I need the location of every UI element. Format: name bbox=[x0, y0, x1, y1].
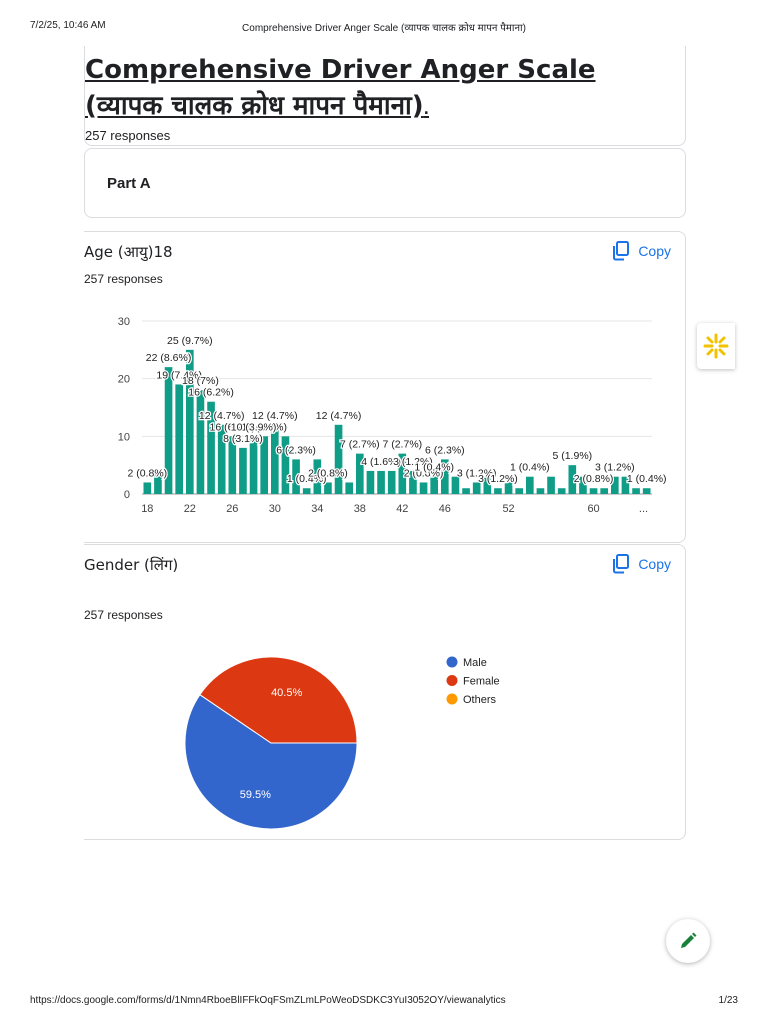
legend-label-others: Others bbox=[463, 694, 497, 706]
print-doc-title: Comprehensive Driver Anger Scale (व्यापक… bbox=[242, 23, 526, 34]
bar bbox=[642, 488, 651, 494]
data-label: 2 (0.8%) bbox=[574, 473, 614, 485]
bar bbox=[302, 488, 311, 494]
x-tick-label: ... bbox=[639, 503, 648, 515]
y-tick-label: 30 bbox=[118, 316, 130, 328]
legend-marker-others bbox=[446, 693, 458, 705]
legend-label-female: Female bbox=[463, 676, 500, 688]
data-label: 1 (0.4%) bbox=[414, 462, 454, 474]
gender-question-card: Gender (लिंग) Copy 257 responses 59.5% 40… bbox=[84, 544, 686, 840]
sparkle-icon bbox=[703, 333, 729, 359]
data-label: 22 (8.6%) bbox=[146, 352, 192, 364]
x-tick-label: 38 bbox=[354, 503, 366, 515]
bar bbox=[366, 470, 375, 494]
bar bbox=[462, 488, 470, 494]
bar bbox=[377, 470, 385, 494]
x-tick-label: 34 bbox=[311, 503, 323, 515]
form-title-hindi: (व्यापक चालक क्रोध मापन पैमाना) bbox=[85, 91, 424, 121]
form-response-count: 257 responses bbox=[85, 128, 171, 143]
data-label: 7 (2.7%) bbox=[340, 439, 380, 451]
legend-marker-male bbox=[446, 656, 458, 668]
data-label: 12 (4.7%) bbox=[199, 410, 245, 422]
bar bbox=[589, 488, 598, 494]
legend-marker-female bbox=[446, 675, 458, 686]
pencil-icon bbox=[681, 932, 697, 948]
x-tick-label: 26 bbox=[226, 503, 238, 515]
edit-fab-button[interactable] bbox=[666, 919, 710, 963]
section-card: Part A bbox=[84, 148, 686, 218]
bar bbox=[175, 384, 184, 494]
bar bbox=[536, 488, 545, 494]
bar bbox=[239, 447, 247, 494]
x-tick-label: 60 bbox=[587, 503, 599, 515]
bar bbox=[632, 488, 640, 494]
bar bbox=[345, 482, 354, 494]
bar bbox=[525, 476, 534, 494]
section-title: Part A bbox=[107, 175, 151, 192]
x-tick-label: 52 bbox=[502, 503, 514, 515]
print-url: https://docs.google.com/forms/d/1Nmn4Rbo… bbox=[30, 995, 506, 1006]
data-label: 18 (7%) bbox=[182, 375, 219, 387]
form-title-dot: . bbox=[423, 102, 429, 118]
data-label: 8 (3.1%) bbox=[223, 433, 263, 445]
x-tick-label: 30 bbox=[269, 503, 281, 515]
data-label: 3 (1.2%) bbox=[595, 462, 635, 474]
data-label: 10 (3.9%) bbox=[231, 421, 277, 433]
data-label: 5 (1.9%) bbox=[552, 450, 592, 462]
data-label: 25 (9.7%) bbox=[167, 335, 213, 347]
print-page-number: 1/23 bbox=[718, 995, 738, 1006]
y-tick-label: 10 bbox=[118, 431, 130, 443]
data-label: 1 (0.4%) bbox=[510, 462, 550, 474]
bar bbox=[387, 470, 396, 494]
side-widget[interactable] bbox=[697, 323, 735, 369]
bar bbox=[547, 476, 555, 494]
x-tick-label: 22 bbox=[184, 503, 196, 515]
age-question-card: Age (आयु)18 Copy 257 responses 0 10 20 30 18… bbox=[84, 231, 686, 543]
data-label: 6 (2.3%) bbox=[425, 444, 465, 456]
data-label: 2 (0.8%) bbox=[308, 467, 348, 479]
bar bbox=[228, 436, 237, 494]
form-title: Comprehensive Driver Anger Scale (व्यापक… bbox=[85, 52, 675, 128]
age-bar-chart: 0 10 20 30 18 22 26 30 34 38 42 46 52 60 ... 2 (0.8%) 22… bbox=[118, 316, 668, 515]
bar bbox=[270, 424, 279, 494]
data-label: 2 (0.8%) bbox=[127, 467, 167, 479]
data-label: 16 (6.2%) bbox=[188, 387, 234, 399]
bar bbox=[260, 436, 269, 494]
pie-slice-label: 59.5% bbox=[240, 789, 271, 801]
data-label: 7 (2.7%) bbox=[382, 439, 422, 451]
bar bbox=[196, 390, 205, 494]
bar bbox=[249, 436, 258, 494]
data-label: 12 (4.7%) bbox=[252, 410, 298, 422]
bar bbox=[494, 488, 502, 494]
data-label: 6 (2.3%) bbox=[276, 444, 316, 456]
data-label: 3 (1.2%) bbox=[478, 473, 518, 485]
form-title-card: Comprehensive Driver Anger Scale (व्यापक… bbox=[84, 46, 686, 146]
pie-slice-label: 40.5% bbox=[271, 687, 302, 699]
bar bbox=[600, 488, 609, 494]
y-tick-label: 20 bbox=[118, 374, 130, 386]
bar bbox=[419, 482, 428, 494]
bar bbox=[143, 482, 152, 494]
y-tick-label: 0 bbox=[124, 489, 130, 501]
bar bbox=[515, 488, 524, 494]
bar bbox=[334, 424, 343, 494]
legend-label-male: Male bbox=[463, 657, 487, 669]
x-tick-label: 46 bbox=[439, 503, 451, 515]
data-label: 1 (0.4%) bbox=[627, 473, 667, 485]
gender-pie-chart: 59.5% 40.5% Male Female Others bbox=[184, 656, 500, 830]
data-label: 12 (4.7%) bbox=[316, 410, 362, 422]
x-tick-label: 42 bbox=[396, 503, 408, 515]
bar bbox=[557, 488, 566, 494]
form-title-english: Comprehensive Driver Anger Scale bbox=[85, 55, 596, 85]
x-tick-label: 18 bbox=[141, 503, 153, 515]
